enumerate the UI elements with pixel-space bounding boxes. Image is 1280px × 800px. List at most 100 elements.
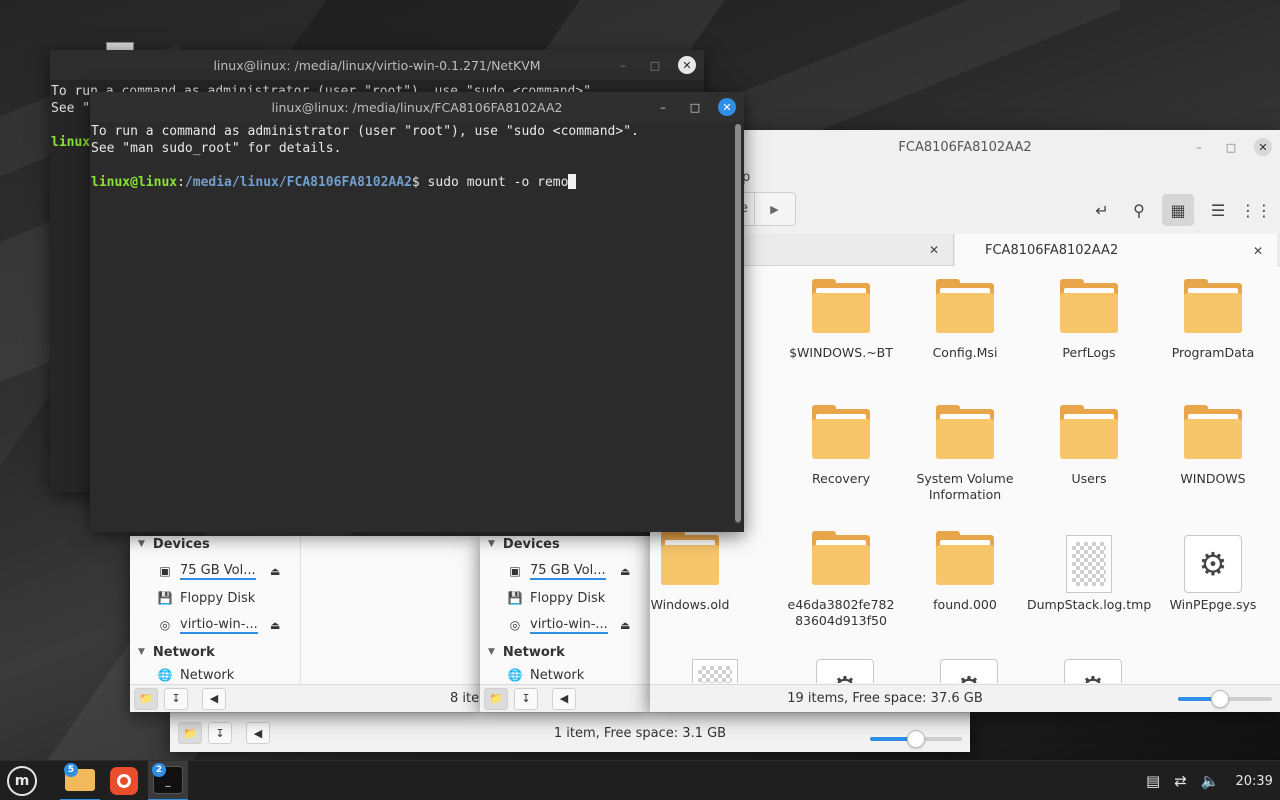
folder-icon [1184, 279, 1242, 333]
network-header[interactable]: ▼ Network [480, 639, 565, 665]
file-name: $WINDOWS.~BT [789, 345, 893, 360]
network-icon: 🌐 [157, 668, 173, 682]
minimize-icon[interactable]: – [654, 98, 672, 116]
disc-icon: ◎ [509, 618, 521, 632]
scrollbar[interactable] [735, 124, 741, 524]
close-icon[interactable]: ✕ [718, 98, 736, 116]
zoom-slider[interactable] [870, 730, 962, 748]
file-name: DumpStack.log.tmp [1027, 597, 1152, 612]
terminal-window: linux@linux: /media/linux/FCA8106FA8102A… [90, 92, 744, 532]
file-item[interactable]: Recovery [779, 405, 903, 487]
window-titlebar[interactable]: FCA8106FA8102AA2 – □ ✕ [650, 130, 1280, 164]
network-icon[interactable]: ⇄ [1174, 772, 1187, 790]
sidebar-item-virtio[interactable]: ◎ virtio-win-... [130, 612, 258, 638]
taskbar-files[interactable]: 5 [60, 761, 100, 800]
zoom-slider[interactable] [1178, 690, 1272, 708]
statusbar: 19 items, Free space: 37.6 GB [650, 684, 1280, 712]
taskbar-firefox[interactable] [104, 761, 144, 800]
network-header[interactable]: ▼ Network [130, 639, 215, 665]
tab-active[interactable]: FCA8106FA8102AA2 ✕ [955, 234, 1277, 267]
places-icon[interactable]: 📁 [134, 687, 158, 710]
sidebar-item-network[interactable]: 🌐 Network [130, 666, 235, 684]
folder-icon [661, 531, 719, 585]
toggle-sidebar-icon[interactable]: ◀ [552, 687, 576, 710]
window-count-badge: 2 [152, 763, 166, 777]
file-item[interactable]: e46da3802fe782 83604d913f50 [779, 531, 903, 629]
sidebar-item-virtio[interactable]: ◎ virtio-win-... [480, 612, 608, 638]
devices-header[interactable]: ▼ Devices [130, 531, 210, 557]
folder-icon [1060, 279, 1118, 333]
window-title: FCA8106FA8102AA2 [898, 139, 1032, 155]
notes-icon[interactable]: ▤ [1146, 772, 1160, 790]
window-controls: – □ ✕ [1190, 130, 1272, 164]
sidebar-item-network[interactable]: 🌐 Network [480, 666, 585, 684]
expand-triangle-icon: ▼ [138, 539, 145, 549]
taskbar: m 5 _ 2 ▤ ⇄ 🔈 20:39 [0, 760, 1280, 800]
file-item[interactable]: found.000 [903, 531, 1027, 613]
close-icon[interactable]: ✕ [1254, 138, 1272, 156]
window-titlebar[interactable]: linux@linux: /media/linux/virtio-win-0.1… [50, 50, 704, 80]
file-name: Windows.old [650, 597, 730, 612]
file-manager-back-window: 📁 ↧ ◀ 1 item, Free space: 3.1 GB [170, 711, 970, 752]
eject-icon[interactable]: ⏏ [620, 565, 630, 578]
tab-close-icon[interactable]: ✕ [929, 243, 939, 257]
terminal-prompt-line[interactable]: linux@linux:/media/linux/FCA8106FA8102AA… [91, 174, 577, 191]
system-tray: ▤ ⇄ 🔈 20:39 [1146, 761, 1273, 800]
maximize-icon[interactable]: □ [646, 56, 664, 74]
gear-icon[interactable]: ⚙ [940, 659, 998, 683]
eject-icon[interactable]: ⏏ [620, 619, 630, 632]
clock[interactable]: 20:39 [1235, 774, 1272, 789]
tree-icon[interactable]: ↧ [208, 722, 232, 744]
statusbar: 📁 ↧ ◀ 8 iter [130, 684, 484, 712]
eject-icon[interactable]: ⏏ [270, 619, 280, 632]
tree-icon[interactable]: ↧ [164, 687, 188, 710]
path-forward-icon[interactable]: ▶ [754, 193, 794, 225]
gear-icon[interactable]: ⚙ [816, 659, 874, 683]
eject-icon[interactable]: ⏏ [270, 565, 280, 578]
file-item[interactable]: $WINDOWS.~BT [779, 279, 903, 361]
list-view-icon[interactable]: ☰ [1202, 194, 1234, 226]
file-item[interactable]: PerfLogs [1027, 279, 1151, 361]
floppy-icon: 💾 [507, 591, 523, 605]
places-icon[interactable]: 📁 [178, 722, 202, 744]
close-icon[interactable]: ✕ [678, 56, 696, 74]
gear-icon[interactable]: ⚙ [1064, 659, 1122, 683]
file-item[interactable]: ⚙ WinPEpge.sys [1151, 535, 1275, 613]
file-item[interactable]: WINDOWS [1151, 405, 1275, 487]
toggle-sidebar-icon[interactable]: ◀ [202, 687, 226, 710]
file-item[interactable]: ProgramData [1151, 279, 1275, 361]
taskbar-terminal[interactable]: _ 2 [148, 761, 188, 800]
sidebar-item-volume[interactable]: ▣ 75 GB Vol... [130, 558, 256, 584]
window-titlebar[interactable]: linux@linux: /media/linux/FCA8106FA8102A… [90, 92, 744, 122]
volume-icon[interactable]: 🔈 [1201, 772, 1220, 790]
maximize-icon[interactable]: □ [686, 98, 704, 116]
file-item[interactable]: System Volume Information [903, 405, 1027, 503]
compact-view-icon[interactable]: ⋮⋮ [1240, 194, 1272, 226]
terminal-line: See " [51, 101, 91, 116]
file-icon[interactable] [692, 659, 738, 683]
start-menu-button[interactable]: m [4, 761, 40, 800]
sidebar-item-volume[interactable]: ▣ 75 GB Vol... [480, 558, 606, 584]
places-icon[interactable]: 📁 [484, 687, 508, 710]
scrollbar-thumb[interactable] [735, 124, 741, 522]
devices-header[interactable]: ▼ Devices [480, 531, 560, 557]
sidebar-item-floppy[interactable]: 💾 Floppy Disk [130, 585, 256, 611]
grid-view-icon[interactable]: ▦ [1162, 194, 1194, 226]
toggle-sidebar-icon[interactable]: ◀ [246, 722, 270, 744]
open-terminal-icon[interactable]: ↵ [1086, 194, 1118, 226]
tab-close-icon[interactable]: ✕ [1253, 244, 1263, 258]
network-icon: 🌐 [507, 668, 523, 682]
minimize-icon[interactable]: – [614, 56, 632, 74]
search-icon[interactable]: ⚲ [1123, 194, 1155, 226]
tree-icon[interactable]: ↧ [514, 687, 538, 710]
maximize-icon[interactable]: □ [1222, 138, 1240, 156]
file-item[interactable]: Config.Msi [903, 279, 1027, 361]
sidebar-item-floppy[interactable]: 💾 Floppy Disk [480, 585, 606, 611]
file-name: WINDOWS [1180, 471, 1246, 486]
icon-view: BIN$WINDOWS.~BTConfig.MsiPerfLogsProgram… [650, 267, 1280, 683]
expand-triangle-icon: ▼ [138, 647, 145, 657]
minimize-icon[interactable]: – [1190, 138, 1208, 156]
file-item[interactable]: Users [1027, 405, 1151, 487]
file-item[interactable]: Windows.old [650, 531, 752, 613]
file-item[interactable]: DumpStack.log.tmp [1027, 535, 1151, 613]
